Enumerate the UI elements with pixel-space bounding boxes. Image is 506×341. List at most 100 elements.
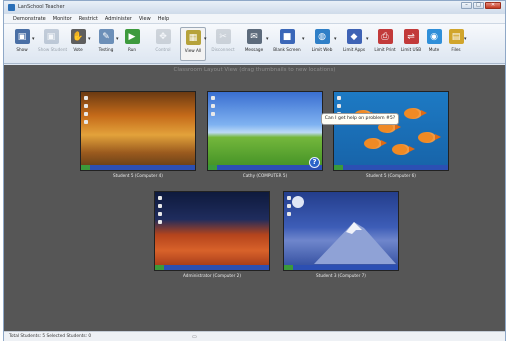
toolbar-button-label: Testing bbox=[98, 47, 114, 52]
blank-screen-icon: ■ bbox=[279, 29, 295, 44]
toolbar-button-limit-print[interactable]: ⎙ Limit Print bbox=[372, 27, 398, 61]
window-title: LanSchool Teacher bbox=[18, 4, 65, 10]
control-icon: ✥ bbox=[155, 29, 171, 44]
student-thumbnail[interactable]: Student 5 (Computer 4) bbox=[80, 91, 196, 181]
lanschool-logo-icon bbox=[8, 4, 15, 11]
status-bar: Total Students: 5 Selected Students: 0 ▭ bbox=[4, 331, 505, 341]
toolbar-button-show-student[interactable]: ▣ Show Student bbox=[38, 27, 68, 61]
taskbar bbox=[155, 265, 269, 270]
thumbnail-caption: Student 5 (Computer 4) bbox=[113, 173, 163, 178]
toolbar-button-blank-screen[interactable]: ■ Blank Screen bbox=[270, 27, 304, 61]
thumbnail-caption: Student 3 (Computer 7) bbox=[316, 273, 366, 278]
menu-monitor[interactable]: Monitor bbox=[53, 16, 72, 22]
menu-view[interactable]: View bbox=[139, 16, 151, 22]
start-button bbox=[155, 265, 164, 270]
start-button bbox=[284, 265, 293, 270]
desktop-icon bbox=[158, 196, 162, 200]
student-thumbnail[interactable]: ? Cathy (COMPUTER 5) bbox=[207, 91, 323, 181]
toolbar-button-label: Files bbox=[451, 47, 461, 52]
toolbar-button-limit-web[interactable]: ◍ Limit Web bbox=[308, 27, 336, 61]
toolbar-button-label: Disconnect bbox=[211, 47, 235, 52]
toolbar-button-run[interactable]: ▶ Run bbox=[120, 27, 144, 61]
show-student-icon: ▣ bbox=[43, 29, 59, 44]
maximize-button[interactable]: □ bbox=[473, 2, 484, 9]
toolbar-button-label: Message bbox=[244, 47, 264, 52]
desktop-screenshot bbox=[207, 91, 323, 171]
mute-icon: ◉ bbox=[426, 29, 442, 44]
limit-print-icon: ⎙ bbox=[377, 29, 393, 44]
minimize-button[interactable]: – bbox=[461, 2, 472, 9]
monitor-icon: ▭ bbox=[192, 334, 197, 340]
menu-help[interactable]: Help bbox=[158, 16, 169, 22]
desktop-icon bbox=[84, 120, 88, 124]
fish-wallpaper bbox=[392, 144, 415, 155]
thumbnail-caption: Student 5 (Computer 6) bbox=[366, 173, 416, 178]
show-icon: ▣ bbox=[14, 29, 30, 44]
toolbar-button-label: Limit Apps bbox=[342, 47, 366, 52]
desktop-icon bbox=[211, 104, 215, 108]
fish-wallpaper bbox=[364, 138, 387, 149]
view-all-icon: ▦ bbox=[185, 30, 201, 45]
limit-apps-icon: ◆ bbox=[346, 29, 362, 44]
toolbar-button-label: Blank Screen bbox=[273, 47, 301, 52]
chevron-down-icon[interactable]: ▾ bbox=[32, 36, 35, 42]
desktop-icon bbox=[158, 212, 162, 216]
start-button bbox=[208, 165, 217, 170]
start-button bbox=[334, 165, 343, 170]
chevron-down-icon[interactable]: ▾ bbox=[334, 36, 337, 42]
chevron-down-icon[interactable]: ▾ bbox=[88, 36, 91, 42]
fish-wallpaper bbox=[404, 108, 427, 119]
disconnect-icon: ✂ bbox=[215, 29, 231, 44]
taskbar bbox=[81, 165, 195, 170]
desktop-icon bbox=[211, 96, 215, 100]
toolbar-button-show[interactable]: ▣ Show bbox=[10, 27, 34, 61]
vote-icon: ✋ bbox=[70, 29, 86, 44]
desktop-icon bbox=[158, 220, 162, 224]
limit-usb-icon: ⇌ bbox=[403, 29, 419, 44]
toolbar-button-vote[interactable]: ✋ Vote bbox=[66, 27, 90, 61]
chevron-down-icon[interactable]: ▾ bbox=[464, 36, 467, 42]
thumbnail-caption: Cathy (COMPUTER 5) bbox=[242, 173, 288, 178]
desktop-icon bbox=[158, 204, 162, 208]
run-icon: ▶ bbox=[124, 29, 140, 44]
toolbar-button-limit-usb[interactable]: ⇌ Limit USB bbox=[400, 27, 422, 61]
close-button[interactable]: ✕ bbox=[485, 2, 501, 9]
desktop-screenshot bbox=[283, 191, 399, 271]
chevron-down-icon[interactable]: ▾ bbox=[302, 36, 305, 42]
thumbnail-caption: Administrator (Computer 2) bbox=[183, 273, 241, 278]
menu-bar: Demonstrate Monitor Restrict Administer … bbox=[4, 14, 505, 24]
limit-web-icon: ◍ bbox=[314, 29, 330, 44]
toolbar-button-control[interactable]: ✥ Control bbox=[150, 27, 176, 61]
desktop-icon bbox=[337, 104, 341, 108]
menu-demonstrate[interactable]: Demonstrate bbox=[13, 16, 46, 22]
toolbar-button-mute[interactable]: ◉ Mute bbox=[424, 27, 444, 61]
toolbar-button-label: Vote bbox=[73, 47, 83, 52]
help-request-bubble: Can I get help on problem #5? bbox=[321, 113, 399, 125]
desktop-icon bbox=[84, 112, 88, 116]
toolbar-button-files[interactable]: ▤ Files bbox=[446, 27, 466, 61]
student-thumbnail[interactable]: Student 5 (Computer 6) bbox=[333, 91, 449, 181]
chevron-down-icon[interactable]: ▾ bbox=[204, 36, 207, 42]
toolbar-button-label: Show Student bbox=[38, 47, 68, 52]
mountain-wallpaper bbox=[292, 196, 396, 264]
menu-restrict[interactable]: Restrict bbox=[79, 16, 98, 22]
fish-wallpaper bbox=[418, 132, 441, 143]
chevron-down-icon[interactable]: ▾ bbox=[366, 36, 369, 42]
toolbar-button-testing[interactable]: ✎ Testing bbox=[94, 27, 118, 61]
toolbar-button-view-all[interactable]: ▦ View All bbox=[180, 27, 206, 61]
toolbar-button-message[interactable]: ✉ Message bbox=[240, 27, 268, 61]
menu-administer[interactable]: Administer bbox=[105, 16, 132, 22]
chevron-down-icon[interactable]: ▾ bbox=[266, 36, 269, 42]
toolbar-button-limit-apps[interactable]: ◆ Limit Apps bbox=[340, 27, 368, 61]
student-thumbnail[interactable]: Student 3 (Computer 7) bbox=[283, 191, 399, 281]
student-thumbnail[interactable]: Administrator (Computer 2) bbox=[154, 191, 270, 281]
window-controls: – □ ✕ bbox=[461, 2, 501, 9]
status-text: Total Students: 5 Selected Students: 0 bbox=[9, 334, 92, 339]
help-request-icon[interactable]: ? bbox=[309, 157, 320, 168]
desktop-icon bbox=[84, 104, 88, 108]
toolbar-button-disconnect[interactable]: ✂ Disconnect bbox=[210, 27, 236, 61]
layout-hint: Classroom Layout View (drag thumbnails t… bbox=[173, 67, 336, 73]
toolbar-button-label: Show bbox=[16, 47, 28, 52]
toolbar: ▣ Show ▾ ▣ Show Student ✋ Vote ▾ ✎ Testing ▾ ▶ Run ✥ C… bbox=[4, 24, 505, 64]
chevron-down-icon[interactable]: ▾ bbox=[116, 36, 119, 42]
